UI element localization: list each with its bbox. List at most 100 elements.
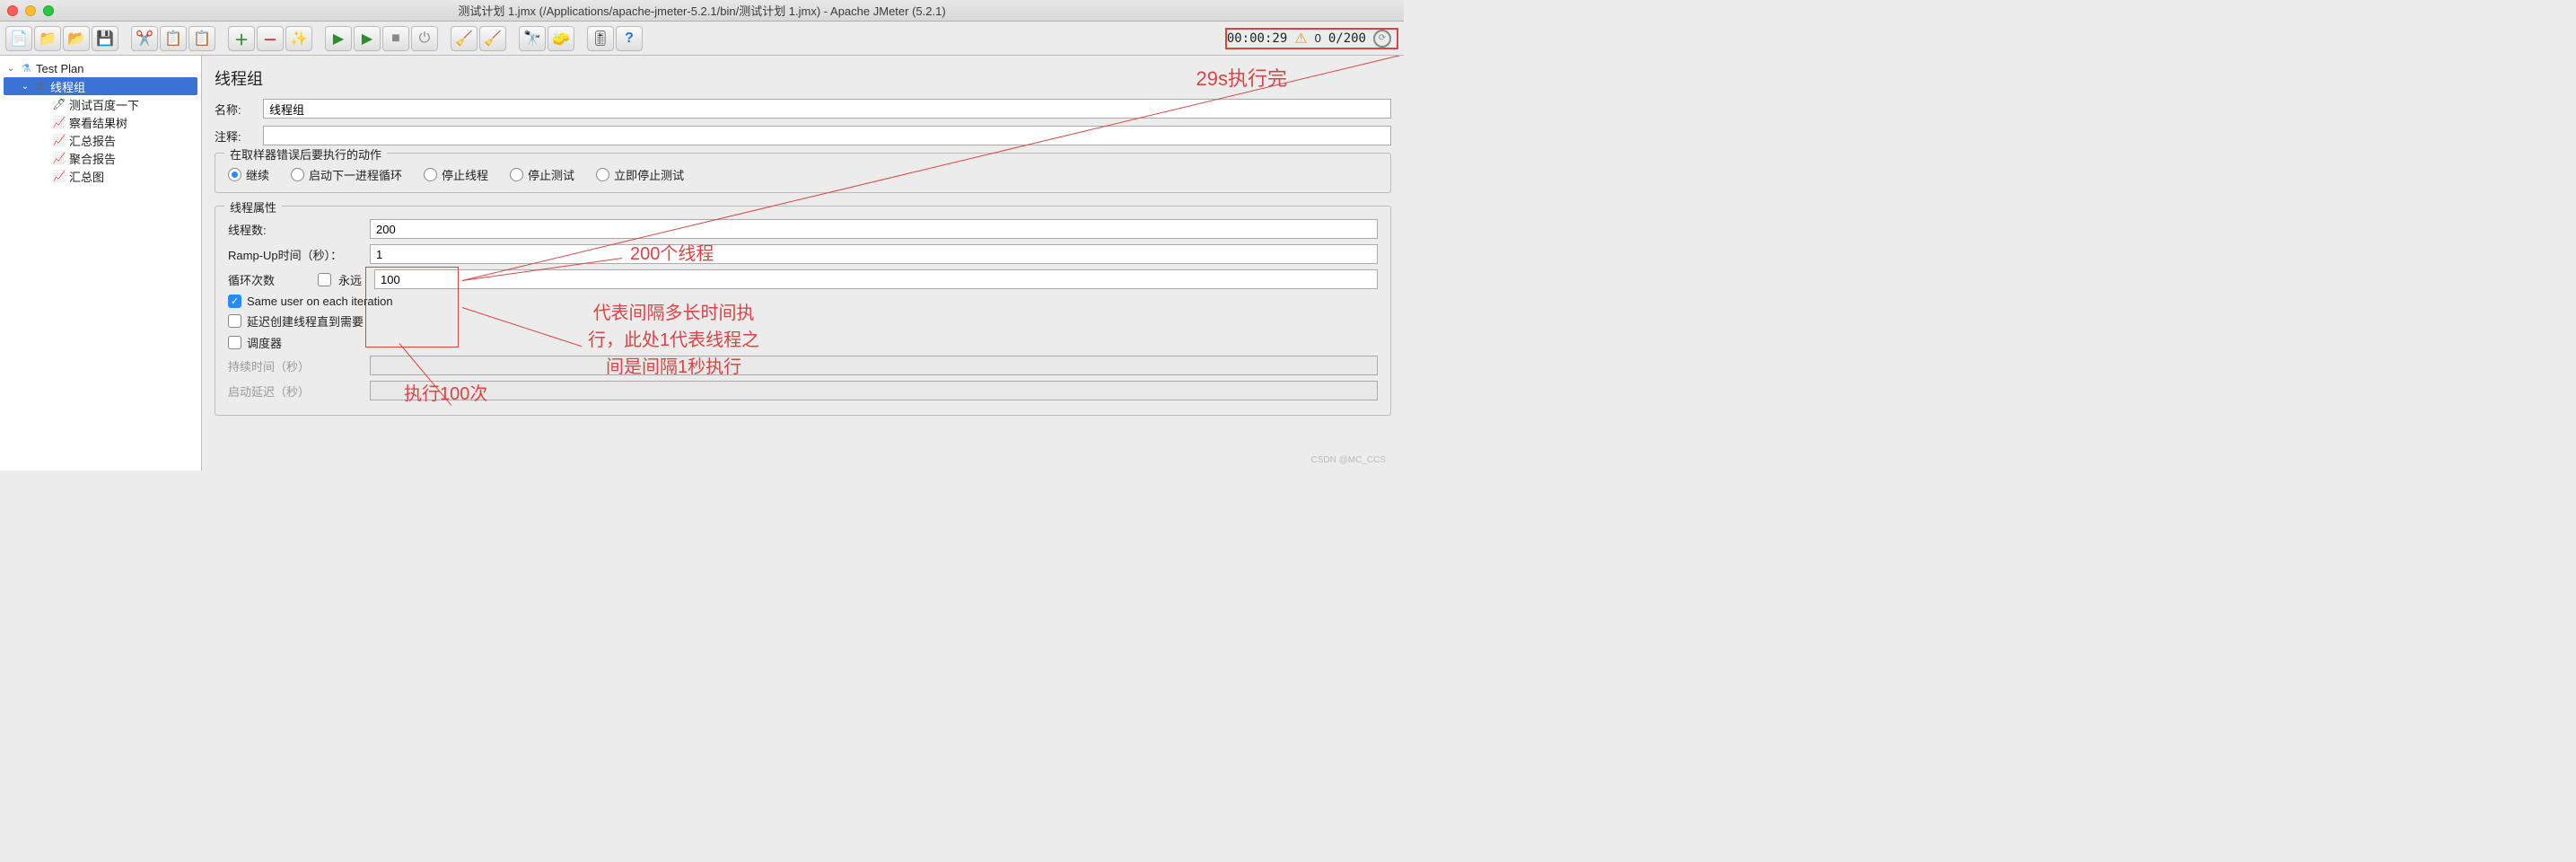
save-icon: 💾 bbox=[96, 30, 114, 48]
start-no-timers-button[interactable]: ▶ bbox=[354, 26, 381, 51]
stop-button[interactable]: ■ bbox=[382, 26, 409, 51]
radio-icon bbox=[228, 168, 241, 181]
start-button[interactable]: ▶ bbox=[325, 26, 352, 51]
duration-input bbox=[370, 356, 1378, 375]
panel-title: 线程组 bbox=[215, 66, 1391, 90]
radio-stop-test[interactable]: 停止测试 bbox=[510, 166, 574, 183]
warning-icon[interactable]: ⚠ bbox=[1294, 30, 1307, 48]
toggle-button[interactable]: ✨ bbox=[285, 26, 312, 51]
radio-stop-thread[interactable]: 停止线程 bbox=[424, 166, 488, 183]
scheduler-row[interactable]: 调度器 bbox=[228, 334, 1378, 351]
tree-summary-report[interactable]: 📈 汇总报告 bbox=[4, 131, 197, 149]
minimize-icon[interactable] bbox=[25, 5, 36, 16]
sliders-icon: 🎚 bbox=[591, 30, 609, 48]
radio-label: 立即停止测试 bbox=[614, 166, 684, 183]
close-icon[interactable] bbox=[7, 5, 18, 16]
radio-label: 继续 bbox=[246, 166, 269, 183]
folder-icon: 📁 bbox=[39, 30, 57, 48]
comment-input[interactable] bbox=[263, 126, 1391, 145]
loops-input[interactable] bbox=[374, 269, 1378, 289]
save-button[interactable]: 💾 bbox=[92, 26, 118, 51]
help-icon: ? bbox=[625, 31, 634, 47]
status-area: 00:00:29 ⚠ 0 0/200 ⟳ bbox=[1225, 28, 1398, 49]
elapsed-time: 00:00:29 bbox=[1227, 31, 1287, 46]
play-fast-icon: ▶ bbox=[362, 30, 372, 48]
watermark: CSDN @MC_CCS bbox=[1311, 455, 1387, 465]
startup-delay-label: 启动延迟（秒） bbox=[228, 383, 363, 400]
forever-checkbox[interactable] bbox=[318, 273, 331, 286]
same-user-checkbox[interactable]: ✓ bbox=[228, 295, 241, 308]
clear-all-button[interactable]: 🧹 bbox=[479, 26, 506, 51]
radio-label: 停止线程 bbox=[442, 166, 488, 183]
tree-view-results[interactable]: 📈 察看结果树 bbox=[4, 113, 197, 131]
tree-aggregate-graph[interactable]: 📈 汇总图 bbox=[4, 167, 197, 185]
same-user-row[interactable]: ✓ Same user on each iteration bbox=[228, 295, 1378, 308]
open-icon: 📂 bbox=[67, 30, 85, 48]
broom-all-icon: 🧹 bbox=[484, 30, 502, 48]
minus-icon: － bbox=[263, 28, 277, 49]
clear-button[interactable]: 🧹 bbox=[451, 26, 478, 51]
app-window: 测试计划 1.jmx (/Applications/apache-jmeter-… bbox=[0, 0, 1404, 471]
shutdown-button[interactable]: ⏻ bbox=[411, 26, 438, 51]
traffic-lights bbox=[7, 5, 54, 16]
play-icon: ▶ bbox=[333, 30, 344, 48]
radio-next-loop[interactable]: 启动下一进程循环 bbox=[291, 166, 402, 183]
paste-button[interactable]: 📋 bbox=[188, 26, 215, 51]
gear-icon: ⚙ bbox=[33, 79, 48, 93]
plus-icon: ＋ bbox=[234, 28, 249, 49]
tree-panel[interactable]: ⌄ ⚗ Test Plan ⌄ ⚙ 线程组 🖊 测试百度一下 📈 察看结果树 📈… bbox=[0, 56, 202, 471]
pipette-icon: 🖊 bbox=[52, 97, 66, 111]
body-area: ⌄ ⚗ Test Plan ⌄ ⚙ 线程组 🖊 测试百度一下 📈 察看结果树 📈… bbox=[0, 56, 1404, 471]
same-user-label: Same user on each iteration bbox=[247, 295, 393, 308]
open-button[interactable]: 📂 bbox=[63, 26, 90, 51]
function-helper-button[interactable]: 🎚 bbox=[587, 26, 614, 51]
chevron-down-icon[interactable]: ⌄ bbox=[20, 82, 31, 92]
radio-label: 停止测试 bbox=[528, 166, 574, 183]
runner-status-icon: ⟳ bbox=[1373, 30, 1391, 48]
radio-icon bbox=[291, 168, 304, 181]
ramp-input[interactable] bbox=[370, 244, 1378, 264]
remove-button[interactable]: － bbox=[257, 26, 284, 51]
radio-label: 启动下一进程循环 bbox=[309, 166, 402, 183]
tree-label: 汇总图 bbox=[69, 168, 104, 185]
maximize-icon[interactable] bbox=[43, 5, 54, 16]
search-button[interactable]: 🔭 bbox=[519, 26, 546, 51]
paste-icon: 📋 bbox=[193, 30, 211, 48]
scheduler-checkbox[interactable] bbox=[228, 336, 241, 349]
power-icon: ⏻ bbox=[419, 31, 431, 47]
reset-search-icon: 🧽 bbox=[552, 30, 570, 48]
tree-label: 察看结果树 bbox=[69, 114, 127, 131]
chevron-down-icon[interactable]: ⌄ bbox=[5, 64, 16, 74]
copy-button[interactable]: 📋 bbox=[160, 26, 187, 51]
startup-delay-input bbox=[370, 381, 1378, 400]
window-title: 测试计划 1.jmx (/Applications/apache-jmeter-… bbox=[458, 2, 945, 19]
titlebar: 测试计划 1.jmx (/Applications/apache-jmeter-… bbox=[0, 0, 1404, 22]
scissors-icon: ✂️ bbox=[136, 30, 153, 48]
add-button[interactable]: ＋ bbox=[228, 26, 255, 51]
radio-stop-now[interactable]: 立即停止测试 bbox=[596, 166, 684, 183]
reset-search-button[interactable]: 🧽 bbox=[548, 26, 574, 51]
threads-label: 线程数: bbox=[228, 221, 363, 238]
delay-create-checkbox[interactable] bbox=[228, 314, 241, 328]
chart-icon: 📈 bbox=[52, 169, 66, 183]
radio-continue[interactable]: 继续 bbox=[228, 166, 269, 183]
radio-icon bbox=[596, 168, 609, 181]
tree-label: 汇总报告 bbox=[69, 132, 116, 149]
templates-button[interactable]: 📁 bbox=[34, 26, 61, 51]
wand-icon: ✨ bbox=[290, 30, 308, 48]
tree-thread-group[interactable]: ⌄ ⚙ 线程组 bbox=[4, 77, 197, 95]
stop-icon: ■ bbox=[391, 31, 400, 47]
tree-root[interactable]: ⌄ ⚗ Test Plan bbox=[4, 59, 197, 77]
new-button[interactable]: 📄 bbox=[5, 26, 32, 51]
cut-button[interactable]: ✂️ bbox=[131, 26, 158, 51]
delay-create-label: 延迟创建线程直到需要 bbox=[247, 312, 364, 330]
help-button[interactable]: ? bbox=[616, 26, 643, 51]
fieldset-legend: 在取样器错误后要执行的动作 bbox=[224, 145, 387, 163]
tree-sampler[interactable]: 🖊 测试百度一下 bbox=[4, 95, 197, 113]
threads-input[interactable] bbox=[370, 219, 1378, 239]
delay-create-row[interactable]: 延迟创建线程直到需要 bbox=[228, 312, 1378, 330]
binoculars-icon: 🔭 bbox=[523, 30, 541, 48]
chart-icon: 📈 bbox=[52, 115, 66, 129]
tree-aggregate-report[interactable]: 📈 聚合报告 bbox=[4, 149, 197, 167]
name-input[interactable] bbox=[263, 99, 1391, 119]
